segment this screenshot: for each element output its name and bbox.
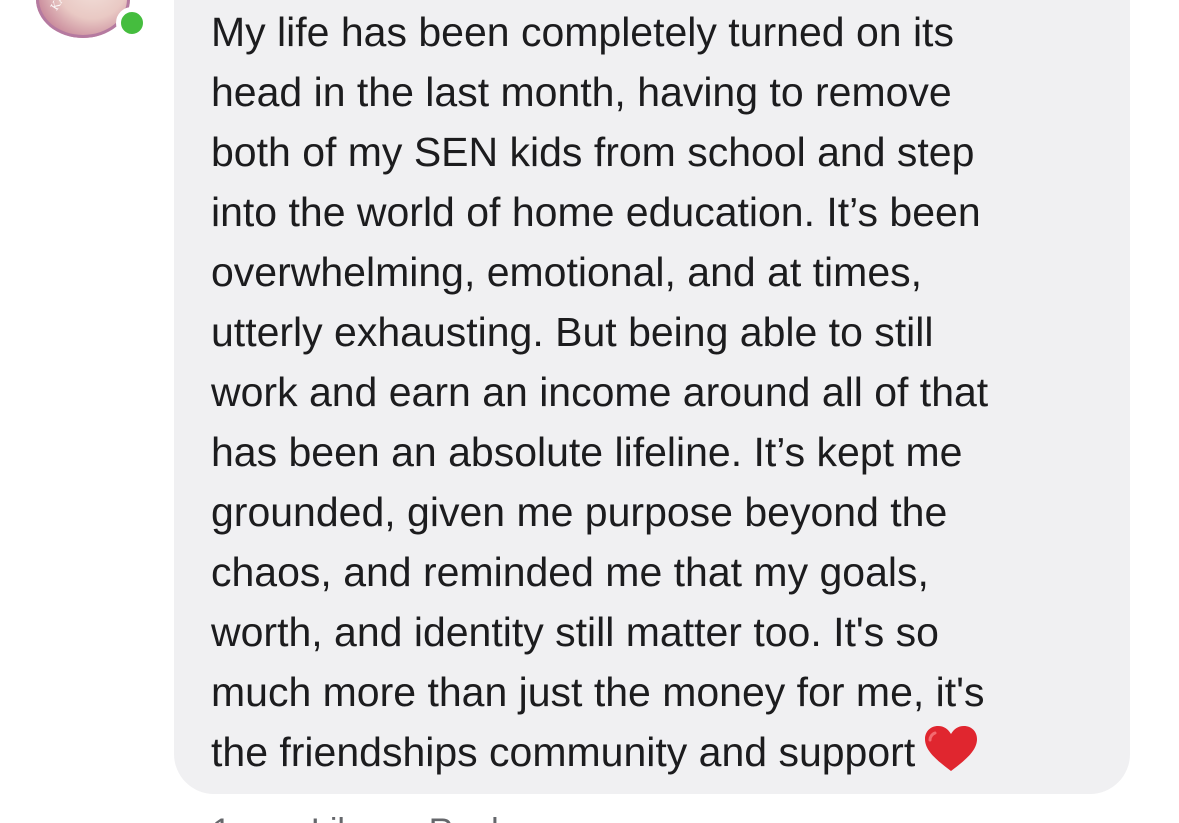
comment-line: utterly exhausting. But being able to st… <box>211 309 934 355</box>
reply-button[interactable]: Reply <box>429 812 516 823</box>
comment-line: overwhelming, emotional, and at times, <box>211 249 923 295</box>
comment-bubble[interactable]: My life has been completely turned on it… <box>174 0 1130 794</box>
comment-actions: 1w Like Reply <box>212 812 562 823</box>
comment-line: both of my SEN kids from school and step <box>211 129 975 175</box>
online-status-indicator <box>116 7 148 39</box>
comment-line: work and earn an income around all of th… <box>211 369 989 415</box>
comment-line: head in the last month, having to remove <box>211 69 952 115</box>
comment-line: grounded, given me purpose beyond the <box>211 489 948 535</box>
heart-icon <box>925 726 978 771</box>
comment-line: worth, and identity still matter too. It… <box>211 609 939 655</box>
like-button[interactable]: Like <box>311 812 373 823</box>
avatar-label: KAT <box>48 0 73 13</box>
commenter-avatar-group[interactable]: KAT <box>36 0 148 40</box>
comment-line: the friendships community and support <box>211 729 916 775</box>
comment-line: My life has been completely turned on it… <box>211 9 954 55</box>
comment-text: My life has been completely turned on it… <box>211 2 1111 782</box>
comment-line: has been an absolute lifeline. It’s kept… <box>211 429 963 475</box>
comment-line: chaos, and reminded me that my goals, <box>211 549 929 595</box>
comment-line: much more than just the money for me, it… <box>211 669 985 715</box>
comment-line: into the world of home education. It’s b… <box>211 189 981 235</box>
comment-timestamp: 1w <box>212 812 255 823</box>
